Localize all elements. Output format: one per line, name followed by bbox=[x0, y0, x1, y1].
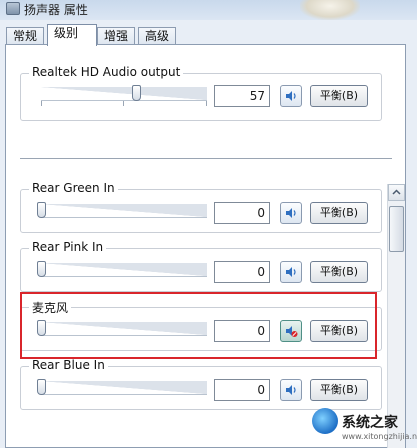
title-bar: 扬声器 属性 bbox=[0, 0, 417, 20]
title-bar-decoration bbox=[300, 0, 360, 20]
master-output-label: Realtek HD Audio output bbox=[29, 65, 184, 79]
tab-general[interactable]: 常规 bbox=[6, 27, 45, 45]
watermark-logo-icon bbox=[312, 408, 338, 434]
device-mute-button[interactable] bbox=[280, 379, 302, 401]
device-volume-thumb[interactable] bbox=[37, 261, 46, 277]
device-group-rear-pink-in: Rear Pink In 0 平衡(B) bbox=[20, 240, 382, 292]
device-volume-thumb[interactable] bbox=[37, 379, 46, 395]
device-volume-value[interactable]: 0 bbox=[214, 261, 270, 283]
device-label: Rear Blue In bbox=[29, 358, 108, 372]
watermark-subtext: www.xitongzhijia.net bbox=[342, 432, 417, 441]
device-label: Rear Pink In bbox=[29, 240, 107, 254]
speaker-icon bbox=[286, 208, 296, 218]
site-watermark: 系统之家 www.xitongzhijia.net bbox=[312, 404, 417, 448]
device-volume-value[interactable]: 0 bbox=[214, 202, 270, 224]
speaker-icon bbox=[286, 385, 296, 395]
chevron-up-icon bbox=[392, 189, 401, 195]
section-divider bbox=[20, 158, 392, 159]
device-balance-button[interactable]: 平衡(B) bbox=[310, 379, 368, 401]
device-label: Rear Green In bbox=[29, 181, 118, 195]
scrollbar-thumb[interactable] bbox=[389, 206, 404, 252]
scroll-up-arrow[interactable] bbox=[388, 184, 405, 201]
master-volume-slider[interactable] bbox=[41, 87, 207, 106]
watermark-text: 系统之家 bbox=[342, 415, 398, 431]
tab-advanced[interactable]: 高级 bbox=[138, 27, 177, 45]
device-volume-slider[interactable] bbox=[41, 263, 207, 277]
device-volume-thumb[interactable] bbox=[37, 202, 46, 218]
tab-levels[interactable]: 级别 bbox=[47, 24, 97, 46]
speaker-window-icon bbox=[6, 2, 20, 15]
device-mute-button[interactable] bbox=[280, 202, 302, 224]
device-mute-button[interactable] bbox=[280, 261, 302, 283]
speaker-icon bbox=[286, 267, 296, 277]
speaker-icon bbox=[286, 91, 296, 101]
master-balance-button[interactable]: 平衡(B) bbox=[310, 85, 368, 107]
device-balance-button[interactable]: 平衡(B) bbox=[310, 261, 368, 283]
master-volume-value[interactable]: 57 bbox=[214, 85, 270, 107]
device-group-rear-green-in: Rear Green In 0 平衡(B) bbox=[20, 181, 382, 233]
device-volume-value[interactable]: 0 bbox=[214, 379, 270, 401]
device-balance-button[interactable]: 平衡(B) bbox=[310, 202, 368, 224]
tab-enhancements[interactable]: 增强 bbox=[97, 27, 136, 45]
master-volume-thumb[interactable] bbox=[131, 85, 141, 101]
device-volume-slider[interactable] bbox=[41, 381, 207, 395]
device-volume-slider[interactable] bbox=[41, 204, 207, 218]
master-mute-button[interactable] bbox=[280, 85, 302, 107]
levels-panel: Realtek HD Audio output 57 平衡(B) Rear Gr… bbox=[5, 44, 406, 448]
window-title: 扬声器 属性 bbox=[24, 3, 88, 17]
microphone-highlight-box bbox=[20, 292, 377, 359]
master-output-group: Realtek HD Audio output 57 平衡(B) bbox=[20, 65, 382, 121]
